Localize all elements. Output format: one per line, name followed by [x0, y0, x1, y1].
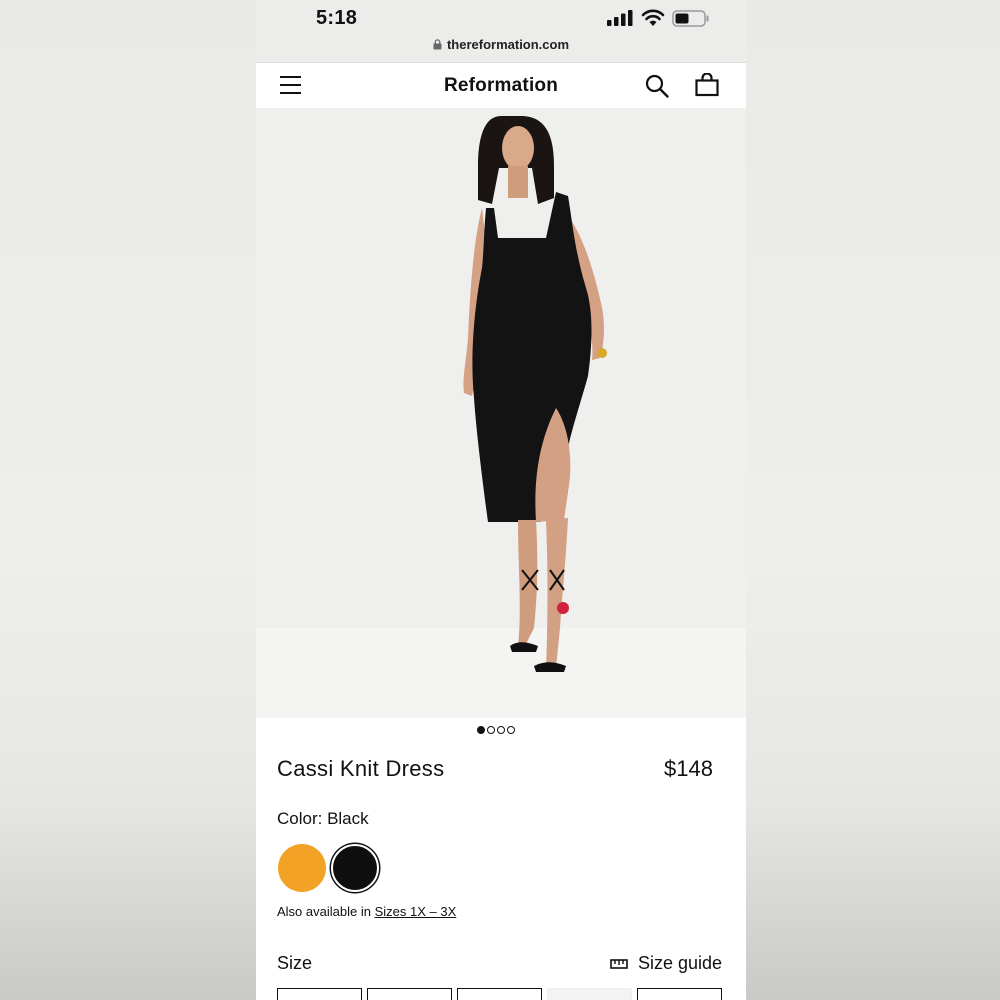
size-guide-link[interactable]: Size guide	[610, 953, 722, 974]
also-available-prefix: Also available in	[277, 904, 371, 919]
bag-icon[interactable]	[695, 73, 719, 97]
carousel-dot[interactable]	[507, 726, 515, 734]
product-price: $148	[664, 756, 713, 781]
carousel-dot[interactable]	[477, 726, 485, 734]
color-swatch-black[interactable]	[331, 844, 379, 892]
model-illustration	[463, 116, 607, 672]
battery-icon	[672, 10, 709, 27]
size-option[interactable]	[277, 988, 362, 1000]
site-header: Reformation	[256, 62, 746, 109]
signal-icon	[607, 10, 633, 26]
lock-icon	[433, 39, 442, 50]
carousel-dot[interactable]	[487, 726, 495, 734]
color-label: Color: Black	[277, 809, 369, 828]
background-right	[746, 0, 1000, 1000]
carousel-dot[interactable]	[497, 726, 505, 734]
color-swatch-orange[interactable]	[278, 844, 326, 892]
wifi-icon	[641, 9, 665, 26]
url-text: thereformation.com	[446, 37, 570, 52]
background-left	[0, 0, 256, 1000]
brand-logo[interactable]: Reformation	[256, 75, 746, 97]
status-time: 5:18	[316, 7, 358, 29]
address-bar[interactable]: thereformation.com	[256, 37, 746, 52]
product-image[interactable]	[256, 108, 746, 718]
size-label: Size	[277, 953, 313, 973]
product-title: Cassi Knit Dress	[277, 756, 445, 781]
size-option[interactable]	[637, 988, 722, 1000]
size-option[interactable]	[457, 988, 542, 1000]
ruler-icon	[610, 958, 628, 969]
size-option-unavailable[interactable]	[547, 988, 632, 1000]
size-options	[277, 988, 722, 1000]
extended-sizes-link[interactable]: Sizes 1X – 3X	[375, 904, 457, 919]
also-available: Also available in Sizes 1X – 3X	[277, 904, 456, 919]
search-icon[interactable]	[645, 74, 669, 98]
size-guide-label: Size guide	[637, 953, 722, 973]
phone-screen: 5:18 thereformation.com Reformation Cass…	[256, 0, 746, 1000]
status-bar: 5:18 thereformation.com	[256, 0, 746, 62]
carousel-dots	[477, 726, 515, 734]
size-option[interactable]	[367, 988, 452, 1000]
